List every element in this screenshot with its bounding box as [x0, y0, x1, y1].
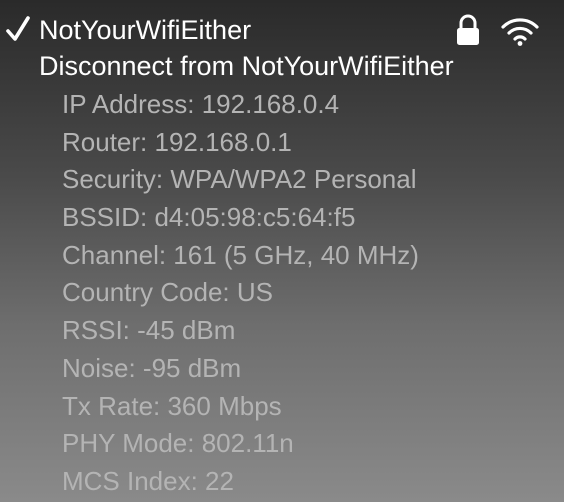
network-details-list: IP Address: 192.168.0.4 Router: 192.168.…	[62, 86, 419, 501]
detail-router: Router: 192.168.0.1	[62, 126, 292, 157]
detail-security: Security: WPA/WPA2 Personal	[62, 164, 417, 195]
detail-country-code: Country Code: US	[62, 277, 273, 308]
detail-ip-address: IP Address: 192.168.0.4	[62, 89, 340, 119]
detail-bssid: BSSID: d4:05:98:c5:64:f5	[62, 202, 356, 233]
checkmark-icon	[6, 16, 30, 41]
detail-channel: Channel: 161 (5 GHz, 40 MHz)	[62, 239, 419, 270]
detail-phy-mode: PHY Mode: 802.11n	[62, 428, 294, 459]
network-name: NotYourWifiEither	[39, 15, 252, 45]
lock-icon	[457, 14, 479, 45]
wifi-signal-icon	[501, 18, 539, 46]
disconnect-menu-item[interactable]: Disconnect from NotYourWifiEither	[39, 50, 454, 82]
detail-rssi: RSSI: -45 dBm	[62, 315, 236, 346]
wifi-menu: NotYourWifiEither Disconnect from NotYou…	[0, 0, 564, 502]
detail-tx-rate: Tx Rate: 360 Mbps	[62, 390, 282, 421]
detail-noise: Noise: -95 dBm	[62, 352, 242, 383]
detail-mcs-index: MCS Index: 22	[62, 465, 234, 496]
current-network-item[interactable]: NotYourWifiEither	[0, 10, 564, 50]
